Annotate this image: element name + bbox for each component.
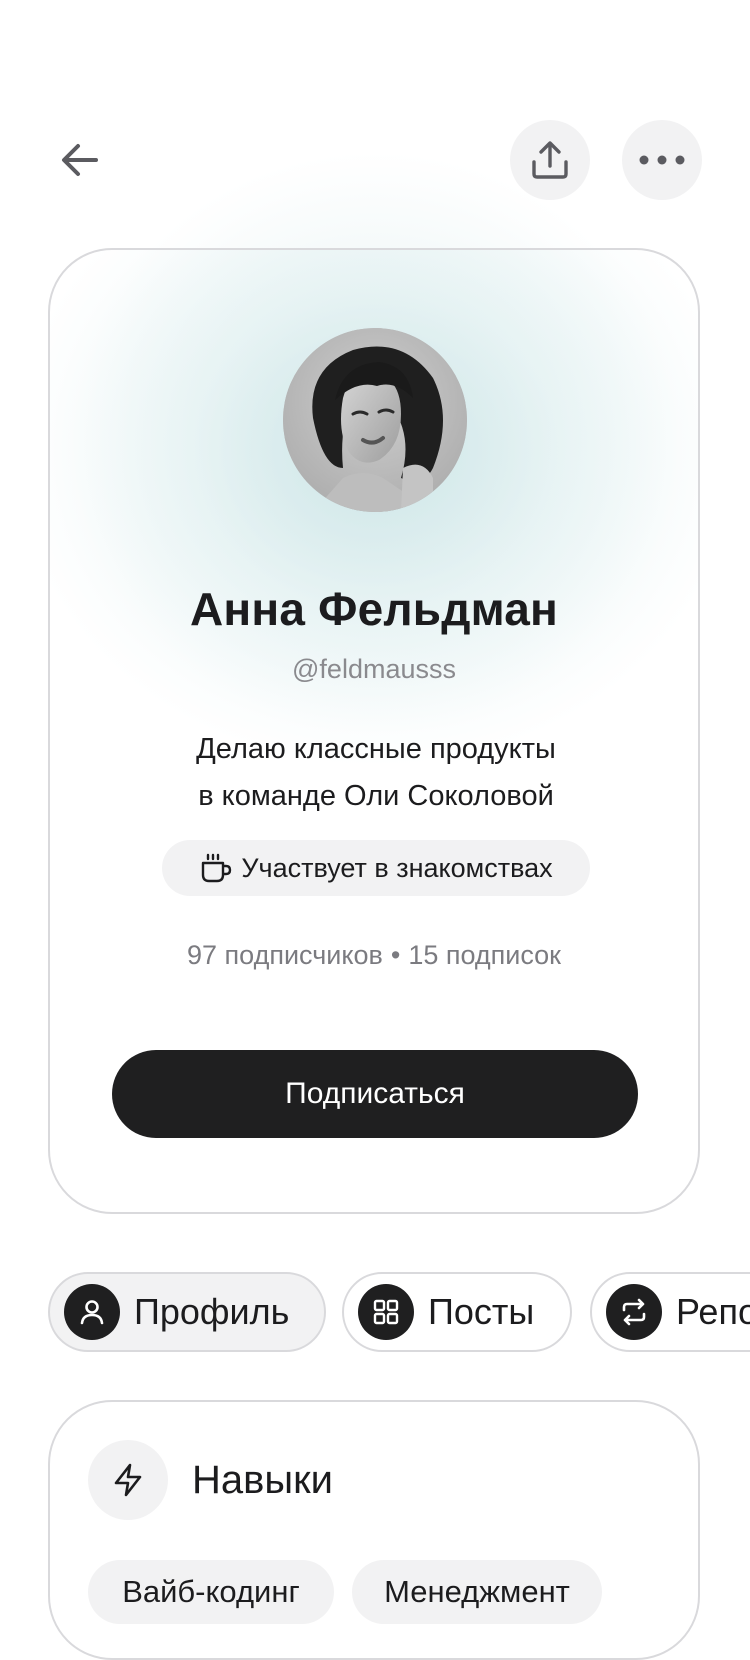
dating-status-badge[interactable]: Участвует в знакомствах — [162, 840, 590, 896]
tab-label: Посты — [428, 1291, 535, 1332]
avatar[interactable] — [283, 328, 467, 512]
profile-bio: Делаю классные продукты в команде Оли Со… — [110, 726, 642, 820]
profile-name: Анна Фельдман — [189, 583, 559, 635]
share-icon — [532, 141, 568, 179]
more-options-button[interactable] — [622, 120, 702, 200]
skill-chip[interactable]: Менеджмент — [352, 1560, 602, 1624]
profile-tabs: Профиль Посты Репосты — [48, 1272, 750, 1352]
stats-separator: • — [390, 940, 401, 970]
follow-button[interactable]: Подписаться — [112, 1050, 638, 1138]
follow-stats: 97 подписчиков • 15 подписок — [50, 940, 698, 971]
skills-card: Навыки Вайб-кодинг Менеджмент — [48, 1400, 700, 1660]
following-count[interactable]: 15 подписок — [408, 940, 561, 970]
avatar-photo — [283, 328, 467, 512]
more-dots-icon — [639, 155, 685, 165]
back-button[interactable] — [48, 128, 112, 192]
tab-profile[interactable]: Профиль — [48, 1272, 326, 1352]
share-button[interactable] — [510, 120, 590, 200]
skill-chip[interactable]: Вайб-кодинг — [88, 1560, 334, 1624]
lightning-icon — [88, 1440, 168, 1520]
tab-label: Репосты — [676, 1291, 750, 1332]
tab-label: Профиль — [134, 1291, 290, 1332]
arrow-left-icon — [62, 144, 98, 176]
dating-status-label: Участвует в знакомствах — [241, 852, 553, 883]
bio-line: Делаю классные продукты — [196, 733, 556, 765]
top-bar — [0, 120, 750, 200]
coffee-cup-icon — [202, 853, 232, 883]
profile-handle: @feldmausss — [292, 654, 456, 684]
skills-title: Навыки — [192, 1458, 333, 1502]
bio-line: в команде Оли Соколовой — [198, 780, 554, 812]
tab-reposts[interactable]: Репосты — [590, 1272, 750, 1352]
followers-count[interactable]: 97 подписчиков — [187, 940, 383, 970]
profile-card: Анна Фельдман @feldmausss Делаю классные… — [48, 248, 700, 1214]
grid-icon — [358, 1284, 414, 1340]
repost-icon — [606, 1284, 662, 1340]
tab-posts[interactable]: Посты — [342, 1272, 572, 1352]
person-icon — [64, 1284, 120, 1340]
